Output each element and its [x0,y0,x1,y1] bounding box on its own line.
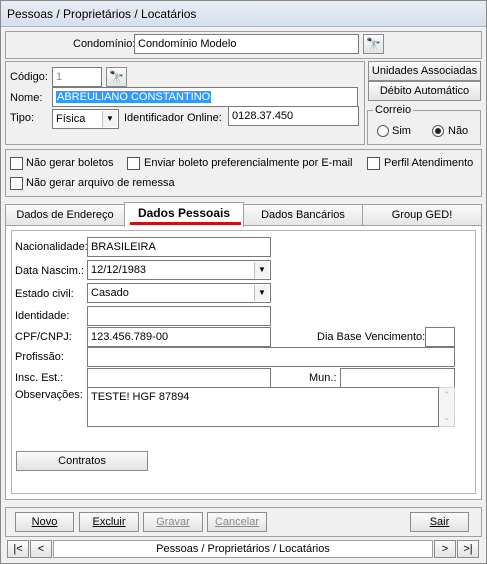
cancelar-button[interactable]: Cancelar [207,512,267,532]
nascimento-value: 12/12/1983 [91,264,147,276]
tab-dados-bancarios[interactable]: Dados Bancários [243,204,363,225]
cpf-label: CPF/CNPJ: [15,331,72,343]
scroll-down-icon[interactable]: ⌄ [439,410,454,424]
main-window: Pessoas / Proprietários / Locatários Con… [0,0,487,564]
nav-first-button[interactable]: |< [7,540,29,558]
chevron-down-icon[interactable]: ▼ [254,285,269,301]
dia-base-label: Dia Base Vencimento: [317,331,426,343]
codigo-field[interactable]: 1 [52,67,102,87]
dia-base-field[interactable] [425,327,455,347]
contratos-button[interactable]: Contratos [16,451,148,471]
nav-last-button[interactable]: >| [457,540,479,558]
enviar-email-checkbox[interactable] [127,157,140,170]
mun-field[interactable] [340,368,455,388]
condominio-field[interactable]: Condomínio Modelo [134,34,359,54]
perfil-atendimento-label: Perfil Atendimento [384,157,474,169]
observacoes-label: Observações: [15,389,83,401]
binoculars-icon: 🔭 [109,70,124,84]
nome-value: ABREULIANO CONSTANTINO [56,91,212,103]
mun-label: Mun.: [309,372,337,384]
unidades-associadas-button[interactable]: Unidades Associadas [368,61,481,81]
codigo-search-button[interactable]: 🔭 [106,67,127,87]
codigo-label: Código: [10,71,48,83]
nacionalidade-field[interactable]: BRASILEIRA [87,237,271,257]
tipo-label: Tipo: [10,112,35,124]
nascimento-label: Data Nascim.: [15,265,85,277]
scroll-up-icon[interactable]: ⌃ [439,388,454,402]
correio-sim-label: Sim [392,125,411,137]
nao-gerar-remessa-checkbox[interactable] [10,177,23,190]
nacionalidade-label: Nacionalidade: [15,241,88,253]
enviar-email-label: Enviar boleto preferencialmente por E-ma… [144,157,353,169]
observacoes-textarea[interactable]: TESTE! HGF 87894 [87,387,439,427]
condominio-label: Condomínio: [73,38,136,50]
cpf-field[interactable]: 123.456.789-00 [87,327,271,347]
chevron-down-icon[interactable]: ▼ [254,262,269,278]
perfil-atendimento-checkbox[interactable] [367,157,380,170]
debito-automatico-button[interactable]: Débito Automático [368,81,481,101]
identidade-field[interactable] [87,306,271,326]
profissao-label: Profissão: [15,351,64,363]
tab-dados-endereco[interactable]: Dados de Endereço [5,204,125,225]
active-tab-indicator [130,222,241,225]
estado-civil-value: Casado [91,287,129,299]
correio-sim-radio[interactable] [377,125,389,137]
nao-gerar-boletos-label: Não gerar boletos [26,157,114,169]
insc-label: Insc. Est.: [15,372,64,384]
tab-group-ged[interactable]: Group GED! [362,204,482,225]
identificador-field[interactable]: 0128.37.450 [228,106,359,126]
correio-nao-label: Não [448,125,469,137]
observacoes-scrollbar[interactable]: ⌃ ⌄ [439,387,455,427]
estado-civil-select[interactable]: Casado ▼ [87,283,271,303]
sair-button[interactable]: Sair [410,512,469,532]
nascimento-field[interactable]: 12/12/1983 ▼ [87,260,271,280]
identidade-label: Identidade: [15,310,70,322]
nome-label: Nome: [10,92,43,104]
nome-field[interactable]: ABREULIANO CONSTANTINO [52,87,358,107]
excluir-button[interactable]: Excluir [79,512,139,532]
nao-gerar-boletos-checkbox[interactable] [10,157,23,170]
gravar-button[interactable]: Gravar [143,512,203,532]
novo-button[interactable]: Novo [15,512,74,532]
chevron-down-icon[interactable]: ▼ [102,111,117,127]
nav-caption: Pessoas / Proprietários / Locatários [53,540,433,558]
binoculars-icon: 🔭 [366,37,381,51]
correio-nao-radio[interactable] [432,125,444,137]
correio-legend: Correio [373,104,414,116]
window-title: Pessoas / Proprietários / Locatários [1,1,486,27]
profissao-field[interactable] [87,347,455,367]
nav-next-button[interactable]: > [434,540,456,558]
estado-civil-label: Estado civil: [15,288,74,300]
insc-field[interactable] [87,368,271,388]
identificador-label: Identificador Online: [124,112,222,124]
tipo-select[interactable]: Física ▼ [52,109,119,129]
nav-prev-button[interactable]: < [30,540,52,558]
nao-gerar-remessa-label: Não gerar arquivo de remessa [26,177,175,189]
tipo-value: Física [56,113,86,125]
condominio-search-button[interactable]: 🔭 [363,34,384,54]
